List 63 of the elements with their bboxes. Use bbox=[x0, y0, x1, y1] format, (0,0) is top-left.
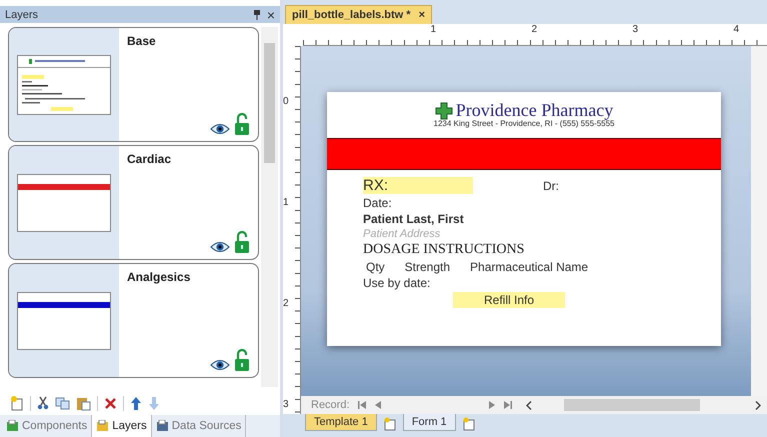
ruler-number: 0 bbox=[283, 96, 289, 107]
eye-icon[interactable] bbox=[210, 123, 230, 135]
tab-icon bbox=[156, 420, 169, 432]
cut-icon[interactable] bbox=[37, 396, 49, 410]
rx-field: RX: bbox=[363, 177, 473, 194]
scrollbar[interactable] bbox=[751, 46, 767, 396]
tab-icon bbox=[96, 420, 110, 432]
doctor-label: Dr: bbox=[543, 178, 559, 192]
eye-icon[interactable] bbox=[210, 241, 230, 253]
layer-name: Cardiac bbox=[127, 152, 172, 166]
panel-title: Layers bbox=[5, 8, 40, 20]
eye-icon[interactable] bbox=[210, 359, 230, 371]
sheet-tab[interactable]: Form 1 bbox=[402, 414, 456, 431]
add-sheet-icon[interactable] bbox=[462, 417, 476, 431]
first-record-icon[interactable] bbox=[358, 401, 367, 409]
date-label: Date: bbox=[363, 196, 392, 210]
add-sheet-icon[interactable] bbox=[382, 417, 397, 431]
store-address: 1234 King Street - Providence, RI - (555) 555-5555 bbox=[434, 119, 614, 128]
ruler-number: 1 bbox=[430, 24, 436, 35]
scrollbar[interactable] bbox=[261, 27, 278, 387]
patient-address: Patient Address bbox=[363, 228, 440, 240]
quantity-label: Qty bbox=[366, 260, 385, 274]
layer-card[interactable]: Analgesics bbox=[8, 263, 260, 378]
close-button[interactable]: × bbox=[418, 9, 426, 21]
tab-icon bbox=[6, 420, 19, 432]
refill-info-field: Refill Info bbox=[453, 292, 565, 308]
sheet-tab[interactable]: Template 1 bbox=[305, 414, 377, 431]
layer-name: Analgesics bbox=[127, 270, 192, 284]
scroll-right-icon[interactable] bbox=[755, 400, 761, 410]
ruler-number: 2 bbox=[283, 298, 289, 309]
ruler-number: 4 bbox=[733, 24, 739, 35]
layer-card[interactable]: Cardiac bbox=[8, 145, 260, 260]
panel-tab[interactable]: Layers bbox=[92, 415, 152, 437]
ruler-number: 3 bbox=[632, 24, 638, 35]
ruler-number: 2 bbox=[531, 24, 537, 35]
record-label: Record: bbox=[311, 399, 350, 411]
strength-label: Strength bbox=[404, 260, 450, 274]
ruler-number: 1 bbox=[283, 197, 289, 208]
padlock-icon[interactable] bbox=[234, 231, 250, 253]
last-record-icon[interactable] bbox=[502, 401, 512, 409]
padlock-icon[interactable] bbox=[234, 113, 250, 135]
ruler-number: 3 bbox=[283, 399, 289, 410]
cross-icon bbox=[434, 102, 453, 120]
document-tab[interactable]: pill_bottle_labels.btw * × bbox=[285, 5, 432, 24]
paste-icon[interactable] bbox=[76, 396, 91, 410]
pharmaceutical-name-label: Pharmaceutical Name bbox=[470, 260, 588, 274]
delete-icon[interactable] bbox=[104, 396, 117, 410]
layer-card[interactable]: Base bbox=[8, 27, 260, 142]
new-layer-icon[interactable] bbox=[10, 396, 24, 410]
layer-name: Base bbox=[127, 34, 157, 48]
panel-tab[interactable]: Data Sources bbox=[152, 415, 246, 437]
use-by-date-label: Use by date: bbox=[363, 276, 430, 290]
store-name: Providence Pharmacy bbox=[456, 100, 614, 120]
next-record-icon[interactable] bbox=[488, 401, 495, 409]
padlock-icon[interactable] bbox=[234, 349, 250, 371]
patient-name: Patient Last, First bbox=[363, 212, 464, 226]
close-button[interactable]: × bbox=[266, 8, 275, 22]
dosage-heading: DOSAGE INSTRUCTIONS bbox=[363, 242, 524, 258]
copy-icon[interactable] bbox=[55, 396, 70, 410]
up-arrow-icon[interactable] bbox=[130, 396, 142, 410]
pin-icon[interactable] bbox=[252, 10, 261, 20]
previous-record-icon[interactable] bbox=[374, 401, 382, 409]
scroll-left-icon[interactable] bbox=[526, 400, 532, 410]
